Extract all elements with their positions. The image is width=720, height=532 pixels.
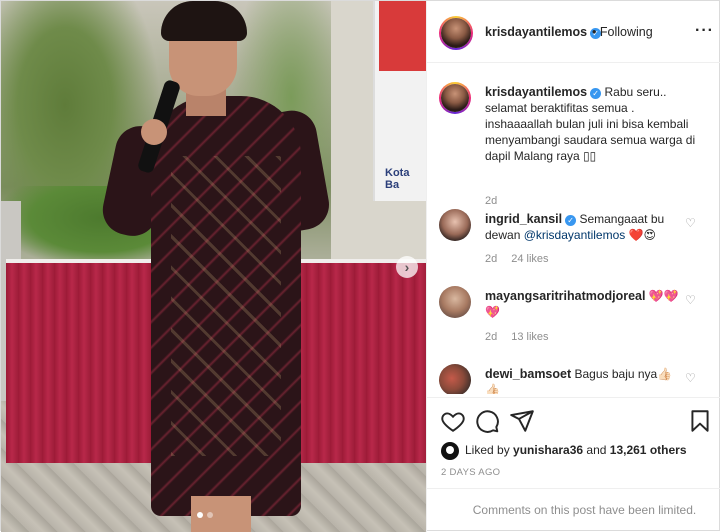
- photo-banner-red: [379, 1, 426, 71]
- caption-emoji: ▯▯: [583, 149, 597, 163]
- photo-person-dress: [151, 96, 301, 516]
- avatar[interactable]: [439, 286, 471, 318]
- avatar[interactable]: [439, 209, 471, 241]
- carousel-dots: [197, 512, 213, 518]
- list-item: ingrid_kansil ✓ Semangaaat bu dewan @kris…: [427, 209, 720, 269]
- list-item: dewi_bamsoet Bagus baju nya👍🏻 👍🏻 ♡: [427, 364, 720, 394]
- photo-person-hair: [161, 1, 247, 41]
- photo-banner-text: Kota Ba: [385, 167, 410, 191]
- heart-icon[interactable]: ♡: [685, 217, 697, 229]
- post-photo[interactable]: Kota Ba ›: [1, 1, 426, 532]
- post-dialog: Kota Ba › krisdayantilemos ✓ • Following…: [0, 0, 720, 532]
- carousel-dot[interactable]: [197, 512, 203, 518]
- comment-likes[interactable]: 13 likes: [511, 331, 548, 343]
- comments-limited-notice: Comments on this post have been limited.: [427, 488, 720, 532]
- heart-icon[interactable]: [440, 408, 466, 434]
- comment-body: mayangsaritrihatmodjoreal 💖💖 💖: [485, 288, 685, 320]
- likes-summary: Liked by yunishara36 and 13,261 others: [441, 442, 720, 460]
- comment-username[interactable]: mayangsaritrihatmodjoreal: [485, 289, 645, 303]
- comment-likes[interactable]: 24 likes: [511, 253, 548, 265]
- header-username[interactable]: krisdayantilemos: [485, 25, 587, 39]
- avatar[interactable]: [439, 16, 473, 50]
- caption-body: krisdayantilemos ✓ Rabu seru.. selamat be…: [485, 84, 700, 164]
- header-username-wrap: krisdayantilemos ✓: [485, 25, 602, 39]
- caption-username[interactable]: krisdayantilemos: [485, 85, 587, 99]
- comment-body: ingrid_kansil ✓ Semangaaat bu dewan @kris…: [485, 211, 685, 243]
- verified-badge-icon: ✓: [565, 215, 577, 226]
- likes-others[interactable]: 13,261 others: [610, 443, 687, 457]
- avatar[interactable]: [439, 82, 471, 114]
- likes-prefix: Liked by: [465, 443, 514, 458]
- comment-mention[interactable]: @krisdayantilemos: [524, 228, 626, 242]
- separator-dot: •: [592, 25, 597, 39]
- likes-user[interactable]: yunishara36: [513, 443, 583, 457]
- carousel-dot[interactable]: [207, 512, 213, 518]
- comment-meta: 2d 13 likes: [485, 331, 563, 343]
- post-header: krisdayantilemos ✓ • Following ···: [427, 1, 720, 63]
- caption-time: 2d: [485, 195, 498, 207]
- list-item: mayangsaritrihatmodjoreal 💖💖 💖 ♡ 2d 13 li…: [427, 286, 720, 346]
- verified-badge-icon: ✓: [590, 88, 602, 99]
- comment-icon[interactable]: [474, 408, 500, 434]
- more-horizontal-icon[interactable]: ···: [695, 22, 714, 40]
- caption-meta: 2d: [485, 195, 511, 207]
- following-button[interactable]: Following: [600, 25, 653, 39]
- comment-meta: 2d 24 likes: [485, 253, 563, 265]
- comment-time: 2d: [485, 253, 498, 265]
- comment-username[interactable]: ingrid_kansil: [485, 212, 562, 226]
- post-side-panel: krisdayantilemos ✓ • Following ··· krisda…: [426, 1, 720, 532]
- avatar[interactable]: [439, 364, 471, 394]
- avatar[interactable]: [441, 442, 459, 460]
- comment-emoji: ❤️😍: [628, 228, 657, 242]
- heart-icon[interactable]: ♡: [685, 294, 697, 306]
- carousel-next-button[interactable]: ›: [396, 256, 418, 278]
- comments-scroll[interactable]: krisdayantilemos ✓ Rabu seru.. selamat be…: [427, 64, 720, 394]
- caption: krisdayantilemos ✓ Rabu seru.. selamat be…: [427, 82, 720, 207]
- action-bar: [427, 397, 720, 443]
- share-icon[interactable]: [509, 408, 535, 434]
- comment-body: dewi_bamsoet Bagus baju nya👍🏻 👍🏻: [485, 366, 685, 394]
- follow-status[interactable]: • Following: [592, 25, 653, 39]
- post-timestamp[interactable]: 2 DAYS AGO: [441, 467, 500, 478]
- comment-username[interactable]: dewi_bamsoet: [485, 367, 571, 381]
- comment-time: 2d: [485, 331, 498, 343]
- likes-middle: and: [583, 443, 610, 458]
- photo-person-hand: [141, 119, 167, 145]
- heart-icon[interactable]: ♡: [685, 372, 697, 384]
- bookmark-icon[interactable]: [687, 408, 713, 434]
